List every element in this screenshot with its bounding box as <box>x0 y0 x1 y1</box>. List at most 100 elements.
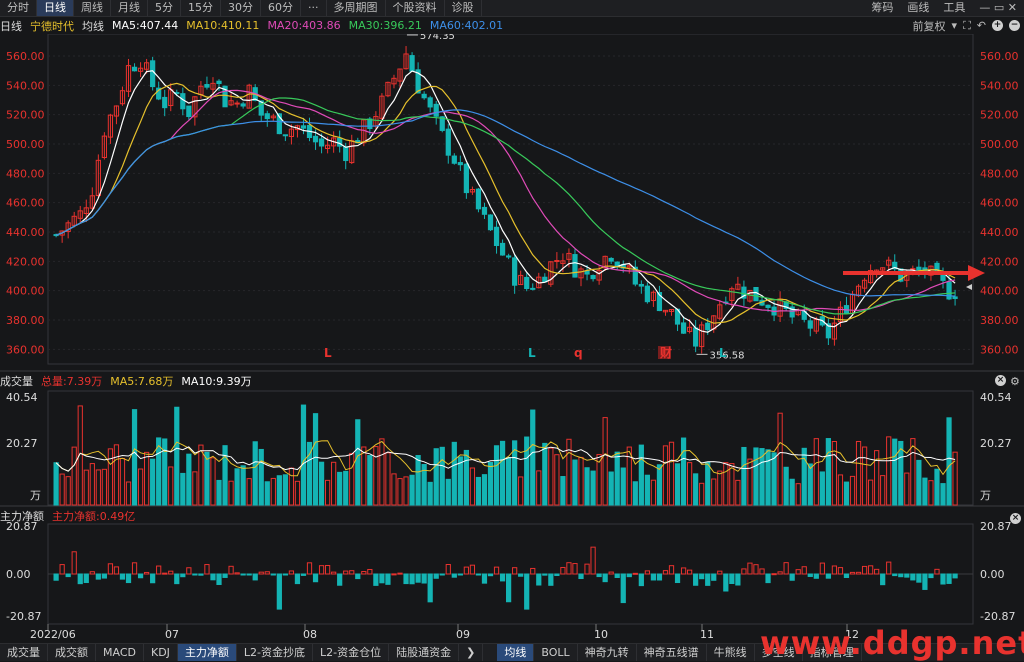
volume-bar <box>475 476 482 506</box>
flow-bar <box>131 562 138 575</box>
flow-tick-right: 20.87 <box>980 520 1012 533</box>
flow-bar <box>777 571 783 575</box>
overlay-tab-4[interactable]: 牛熊线 <box>707 644 755 661</box>
flow-bar <box>747 562 753 575</box>
undo-icon[interactable]: ↶ <box>977 19 986 32</box>
flow-title[interactable]: 主力净额 <box>0 508 44 524</box>
candle-body <box>445 128 451 156</box>
volume-bar <box>312 413 319 506</box>
zoom-in-icon[interactable]: + <box>992 20 1003 31</box>
flow-bar <box>409 573 415 585</box>
overlay-tab-3[interactable]: 神奇五线谱 <box>637 644 707 661</box>
flow-bar <box>252 573 258 581</box>
top-tool-0[interactable]: 筹码 <box>864 0 900 16</box>
volume-bar <box>113 444 120 506</box>
zoom-out-icon[interactable]: − <box>1009 20 1020 31</box>
flow-bar <box>578 573 584 580</box>
indicator-tab-1[interactable]: 成交额 <box>48 644 96 661</box>
volume-bar <box>668 441 675 506</box>
flow-bar <box>331 571 337 575</box>
chevron-down-icon[interactable]: ▾ <box>952 19 958 32</box>
flow-bar <box>312 573 319 583</box>
candle-body <box>916 266 922 271</box>
indicator-tab-6[interactable]: L2-资金仓位 <box>313 644 390 661</box>
volume-bar <box>892 438 898 506</box>
period-tab-10[interactable]: 个股资料 <box>386 0 445 16</box>
flow-bar <box>874 568 880 575</box>
adjust-select[interactable]: 前复权 <box>913 18 946 34</box>
volume-bar <box>777 412 783 506</box>
flow-bar <box>680 567 687 575</box>
volume-bar <box>403 476 409 506</box>
period-tab-5[interactable]: 15分 <box>181 0 221 16</box>
flow-bar <box>343 570 349 575</box>
flow-bar <box>632 572 638 575</box>
flow-bar <box>391 573 397 576</box>
volume-bar <box>626 446 632 506</box>
window-controls-icon[interactable]: — ▭ ✕ <box>972 0 1024 16</box>
flow-bar <box>831 565 838 575</box>
overlay-tab-1[interactable]: BOLL <box>534 644 578 661</box>
top-tool-2[interactable]: 工具 <box>936 0 972 16</box>
x-axis-label: 07 <box>165 628 179 641</box>
volume-title[interactable]: 成交量 <box>0 373 33 389</box>
flow-bar <box>524 573 530 610</box>
volume-bar <box>409 474 415 506</box>
flow-bar <box>325 565 331 575</box>
flow-bar <box>403 573 409 585</box>
chevron-right-icon[interactable]: ❯ <box>459 644 484 661</box>
close-icon[interactable]: × <box>995 375 1006 386</box>
volume-bar <box>65 476 71 506</box>
flow-bar <box>463 566 469 575</box>
price-tick-right: 440.00 <box>980 226 1019 239</box>
stock-name[interactable]: 宁德时代 <box>30 18 74 34</box>
period-tab-0[interactable]: 分时 <box>0 0 37 16</box>
indicator-tab-2[interactable]: MACD <box>96 644 144 661</box>
overlay-tab-0[interactable]: 均线 <box>497 644 535 661</box>
ma-label[interactable]: 均线 <box>82 18 104 34</box>
period-tab-2[interactable]: 周线 <box>74 0 111 16</box>
candle-body <box>318 138 325 147</box>
indicator-tab-4[interactable]: 主力净额 <box>177 644 237 661</box>
period-tab-4[interactable]: 5分 <box>148 0 181 16</box>
volume-bar <box>162 438 168 506</box>
flow-bar <box>843 573 850 578</box>
indicator-tab-3[interactable]: KDJ <box>144 644 178 661</box>
flow-bar <box>246 573 252 576</box>
top-tool-1[interactable]: 画线 <box>900 0 936 16</box>
volume-bar <box>548 447 554 506</box>
volume-bar <box>361 446 367 506</box>
chart-canvas[interactable]: 560.00 560.00 540.00 540.00 520.00 520.00 500.… <box>0 34 1024 660</box>
gear-icon[interactable]: ⚙ <box>1010 375 1020 388</box>
flow-bar <box>650 573 657 581</box>
period-tab-7[interactable]: 60分 <box>261 0 301 16</box>
period-tab-8[interactable]: ··· <box>301 0 327 16</box>
period-tab-6[interactable]: 30分 <box>221 0 261 16</box>
event-marker: 财 <box>659 345 672 360</box>
volume-header: 成交量 总量:7.39万 MA5:7.68万 MA10:9.39万 <box>0 373 260 389</box>
close-icon[interactable]: × <box>1010 513 1021 524</box>
candle-body <box>433 103 439 117</box>
period-tab-9[interactable]: 多周期图 <box>327 0 386 16</box>
period-tab-11[interactable]: 诊股 <box>445 0 482 16</box>
price-tick-right: 540.00 <box>980 79 1019 92</box>
indicator-tab-7[interactable]: 陆股通资金 <box>389 644 460 661</box>
volume-bar <box>349 452 355 506</box>
volume-bar <box>705 461 711 506</box>
volume-bar <box>602 417 608 506</box>
flow-bar <box>807 573 813 577</box>
fullscreen-icon[interactable]: ⛶ <box>963 19 971 33</box>
period-tab-1[interactable]: 日线 <box>37 0 74 16</box>
flow-bar <box>753 564 759 575</box>
flow-bar <box>264 571 270 575</box>
indicator-tab-0[interactable]: 成交量 <box>0 644 48 661</box>
flow-bar <box>729 573 735 585</box>
volume-bar <box>536 470 542 506</box>
ma60-line <box>55 109 956 297</box>
volume-bar <box>855 440 862 506</box>
candle-body <box>807 320 813 329</box>
volume-unit-left: 万 <box>30 489 41 502</box>
overlay-tab-2[interactable]: 神奇九转 <box>578 644 637 661</box>
indicator-tab-5[interactable]: L2-资金抄底 <box>237 644 314 661</box>
period-tab-3[interactable]: 月线 <box>111 0 148 16</box>
